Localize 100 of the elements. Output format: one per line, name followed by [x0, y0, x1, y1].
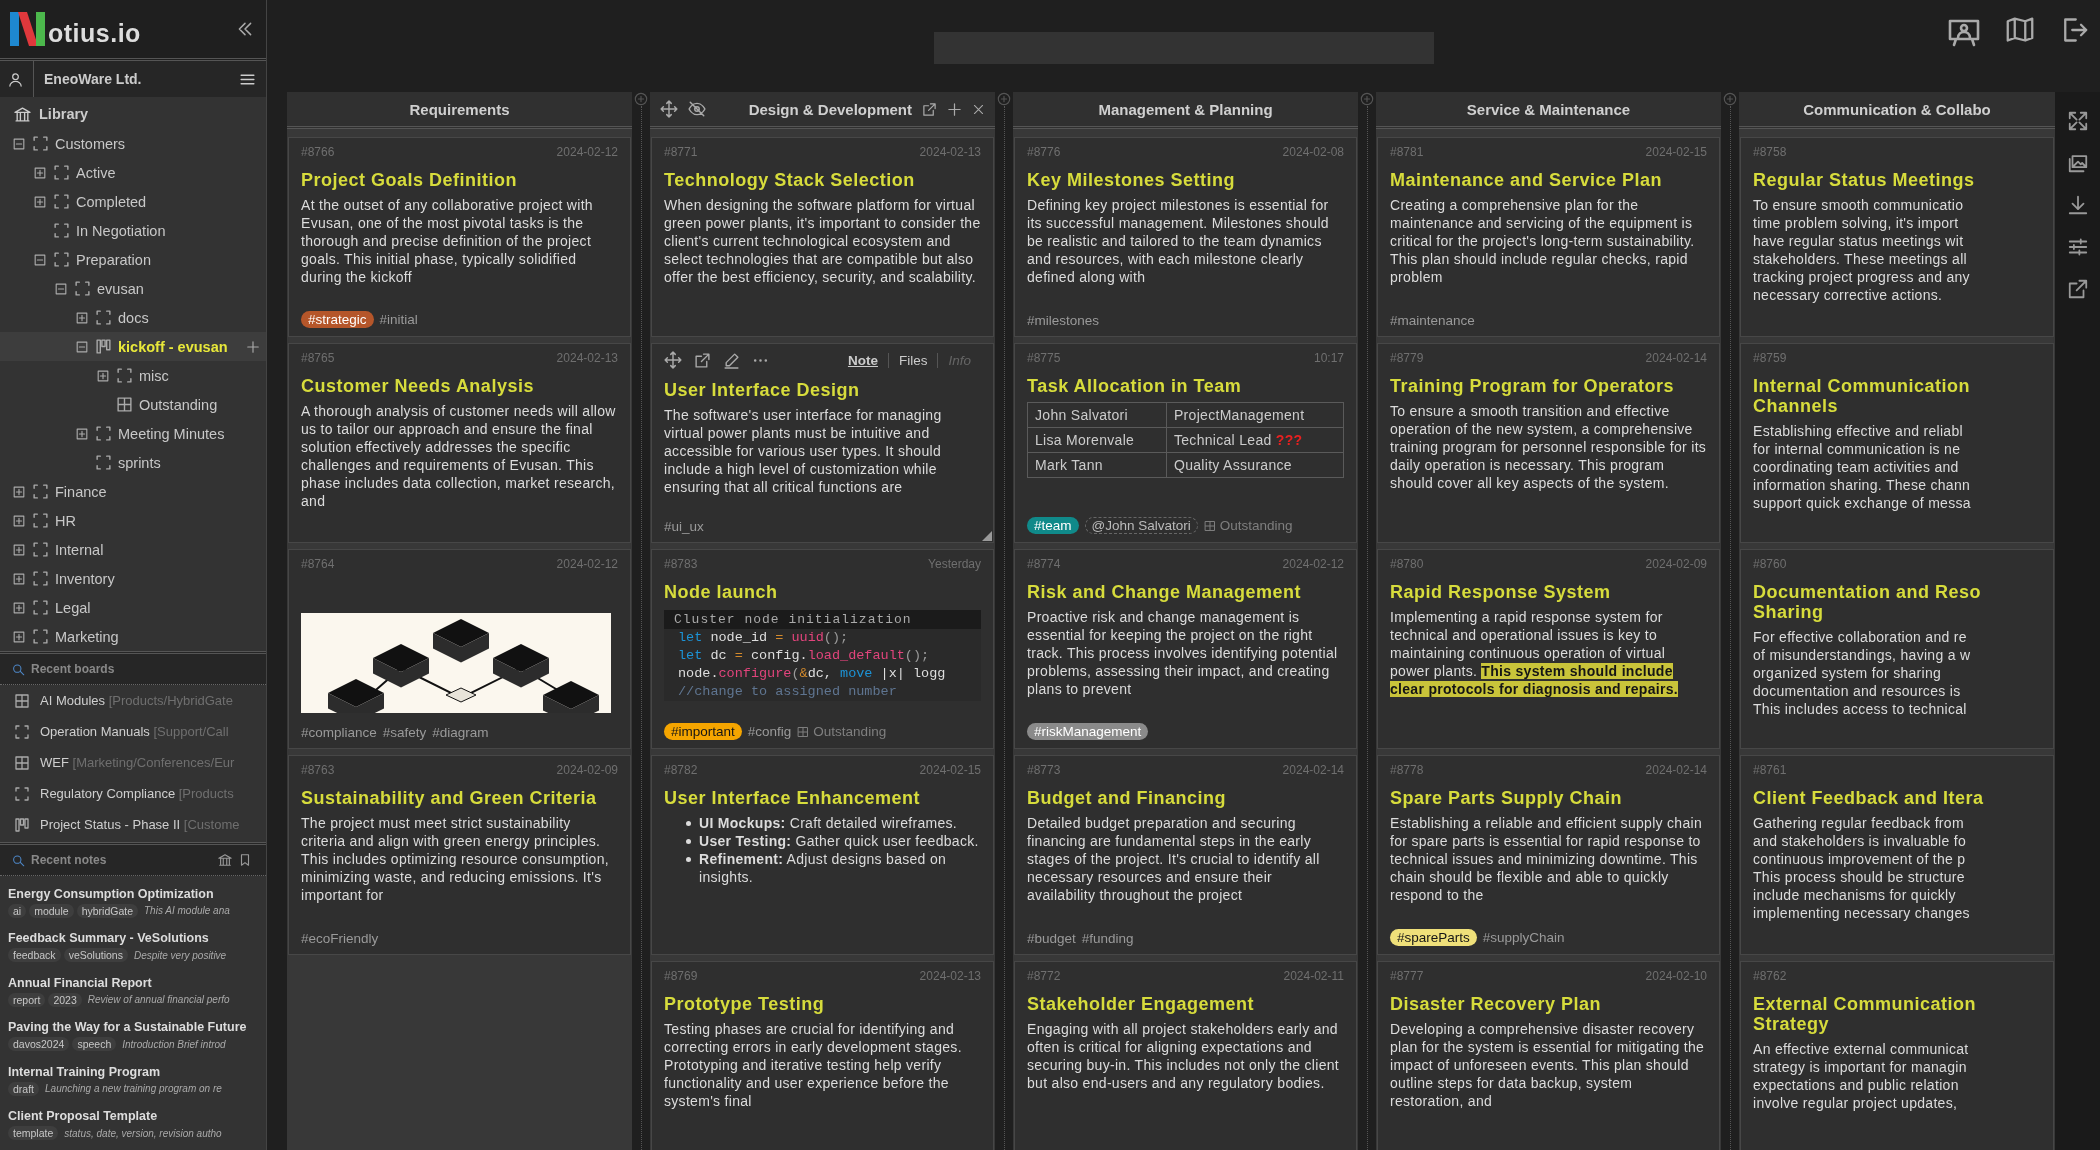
tab[interactable]: Files: [887, 352, 938, 368]
library-label[interactable]: Library: [39, 106, 89, 122]
expand-icon[interactable]: [75, 310, 89, 325]
tree-item[interactable]: Preparation: [0, 245, 266, 274]
note-card[interactable]: #8782 2024-02-15 User Interface Enhancement UI Mockups: Craft detailed wireframes. User Testing: Gather quick user feedback. Refinement: Adjust designs based on insights.: [651, 755, 994, 955]
tag[interactable]: #important: [664, 723, 742, 740]
tag[interactable]: #ui_ux: [664, 519, 704, 534]
tag[interactable]: 2023: [48, 992, 82, 1007]
note-card[interactable]: [1014, 755, 1357, 955]
external-link-icon[interactable]: [694, 351, 711, 369]
tree-item[interactable]: Outstanding: [0, 390, 266, 419]
tag[interactable]: ai: [8, 903, 27, 918]
tree-item[interactable]: Active: [0, 158, 266, 187]
close-icon[interactable]: [972, 102, 985, 116]
note-card[interactable]: [651, 137, 994, 337]
tag[interactable]: #safety: [382, 725, 427, 740]
tag[interactable]: #diagram: [432, 725, 489, 740]
note-title[interactable]: Feedback Summary - VeSolutions: [8, 931, 258, 946]
tag[interactable]: module: [29, 903, 74, 918]
tree-item[interactable]: kickoff - evusan: [0, 332, 266, 361]
collapse-icon[interactable]: [75, 339, 89, 354]
move-icon[interactable]: [664, 351, 682, 369]
note-card[interactable]: [288, 755, 631, 955]
tag[interactable]: #milestones: [1027, 313, 1100, 328]
note-card[interactable]: [1014, 961, 1357, 1150]
expand-icon[interactable]: [12, 600, 26, 615]
note-card[interactable]: [1014, 549, 1357, 749]
tag[interactable]: veSolutions: [63, 948, 128, 963]
note-card[interactable]: [288, 137, 631, 337]
note-card[interactable]: [1377, 961, 1720, 1150]
tag[interactable]: feedback: [8, 948, 61, 963]
note-card[interactable]: [1740, 137, 2054, 337]
eye-slash-icon[interactable]: [688, 100, 706, 118]
tab[interactable]: Note: [837, 352, 888, 368]
tag[interactable]: #maintenance: [1390, 313, 1475, 328]
note-card[interactable]: [1740, 343, 2054, 543]
map-icon[interactable]: [2006, 16, 2034, 44]
tree-item[interactable]: evusan: [0, 274, 266, 303]
collapse-sidebar-icon[interactable]: [236, 20, 254, 38]
note-title[interactable]: Paving the Way for a Sustainable Future: [8, 1020, 258, 1035]
tag[interactable]: hybridGate: [76, 903, 138, 918]
expand-icon[interactable]: [12, 513, 26, 528]
pencil-icon[interactable]: [723, 351, 740, 369]
tree-item[interactable]: Legal: [0, 593, 266, 622]
expand-icon[interactable]: [96, 368, 110, 383]
note-card[interactable]: [651, 961, 994, 1150]
note-title[interactable]: Energy Consumption Optimization: [8, 886, 258, 901]
tree-item[interactable]: Inventory: [0, 564, 266, 593]
expand-icon[interactable]: [12, 542, 26, 557]
tree-item[interactable]: Customers: [0, 129, 266, 158]
expand-icon[interactable]: [12, 629, 26, 644]
external-link-icon[interactable]: [2066, 278, 2089, 300]
tag[interactable]: template: [8, 1126, 59, 1141]
external-link-icon[interactable]: [922, 101, 937, 117]
note-card[interactable]: [651, 549, 994, 749]
note-card[interactable]: [651, 343, 994, 543]
tree-item[interactable]: Completed: [0, 187, 266, 216]
images-icon[interactable]: [2066, 152, 2089, 174]
library-icon[interactable]: [218, 853, 232, 867]
tree-item[interactable]: misc: [0, 361, 266, 390]
tag[interactable]: #supplyChain: [1482, 930, 1565, 945]
add-icon[interactable]: [246, 339, 260, 354]
bookmark-icon[interactable]: [238, 853, 252, 867]
note-card[interactable]: [1377, 137, 1720, 337]
note-card[interactable]: [1740, 755, 2054, 955]
tree-item[interactable]: docs: [0, 303, 266, 332]
tag[interactable]: #initial: [379, 312, 418, 327]
note-card[interactable]: #8775 10:17 Task Allocation in Team John Salvatori ProjectManagement Lisa Morenvale Technical Lead ??? Mark Tann Quality Assurance #team @John Salvatori Outstanding: [1014, 343, 1357, 543]
note-title[interactable]: Internal Training Program: [8, 1064, 258, 1079]
tree-item[interactable]: In Negotiation: [0, 216, 266, 245]
tag[interactable]: #ecoFriendly: [301, 931, 379, 946]
expand-icon[interactable]: [33, 165, 47, 180]
expand-icon[interactable]: [33, 194, 47, 209]
tag[interactable]: report: [8, 992, 46, 1007]
sliders-icon[interactable]: [2066, 236, 2089, 258]
tag[interactable]: speech: [72, 1037, 117, 1052]
tag[interactable]: #team: [1027, 517, 1079, 534]
expand-icon[interactable]: [12, 484, 26, 499]
note-title[interactable]: Client Proposal Template: [8, 1109, 258, 1124]
note-card[interactable]: #8760 Documentation and Reso Sharing For effective collaboration and re of misunderstandings, having a w organized system for sharing documentation and resources is This includes access to technical: [1740, 549, 2054, 749]
tag[interactable]: #spareParts: [1390, 929, 1477, 946]
tree-item[interactable]: sprints: [0, 448, 266, 477]
user-icon[interactable]: [8, 71, 23, 87]
tag[interactable]: #compliance: [301, 725, 377, 740]
tree-item[interactable]: HR: [0, 506, 266, 535]
add-icon[interactable]: [947, 101, 962, 117]
note-card[interactable]: [1377, 549, 1720, 749]
tree-item[interactable]: Marketing: [0, 622, 266, 651]
tag[interactable]: #funding: [1081, 931, 1134, 946]
expand-icon[interactable]: [75, 426, 89, 441]
note-title[interactable]: Annual Financial Report: [8, 975, 258, 990]
tree-item[interactable]: Internal: [0, 535, 266, 564]
note-card[interactable]: [1377, 343, 1720, 543]
note-card[interactable]: [288, 343, 631, 543]
collapse-icon[interactable]: [12, 136, 26, 151]
note-card[interactable]: [1014, 137, 1357, 337]
resize-handle-icon[interactable]: [982, 531, 992, 541]
note-card[interactable]: #8762 External Communication Strategy An effective external communicat strategy is important for managin expectations and public relation involve regular project updates,: [1740, 961, 2054, 1150]
tag[interactable]: #strategic: [301, 311, 374, 328]
tag[interactable]: #budget: [1027, 931, 1076, 946]
